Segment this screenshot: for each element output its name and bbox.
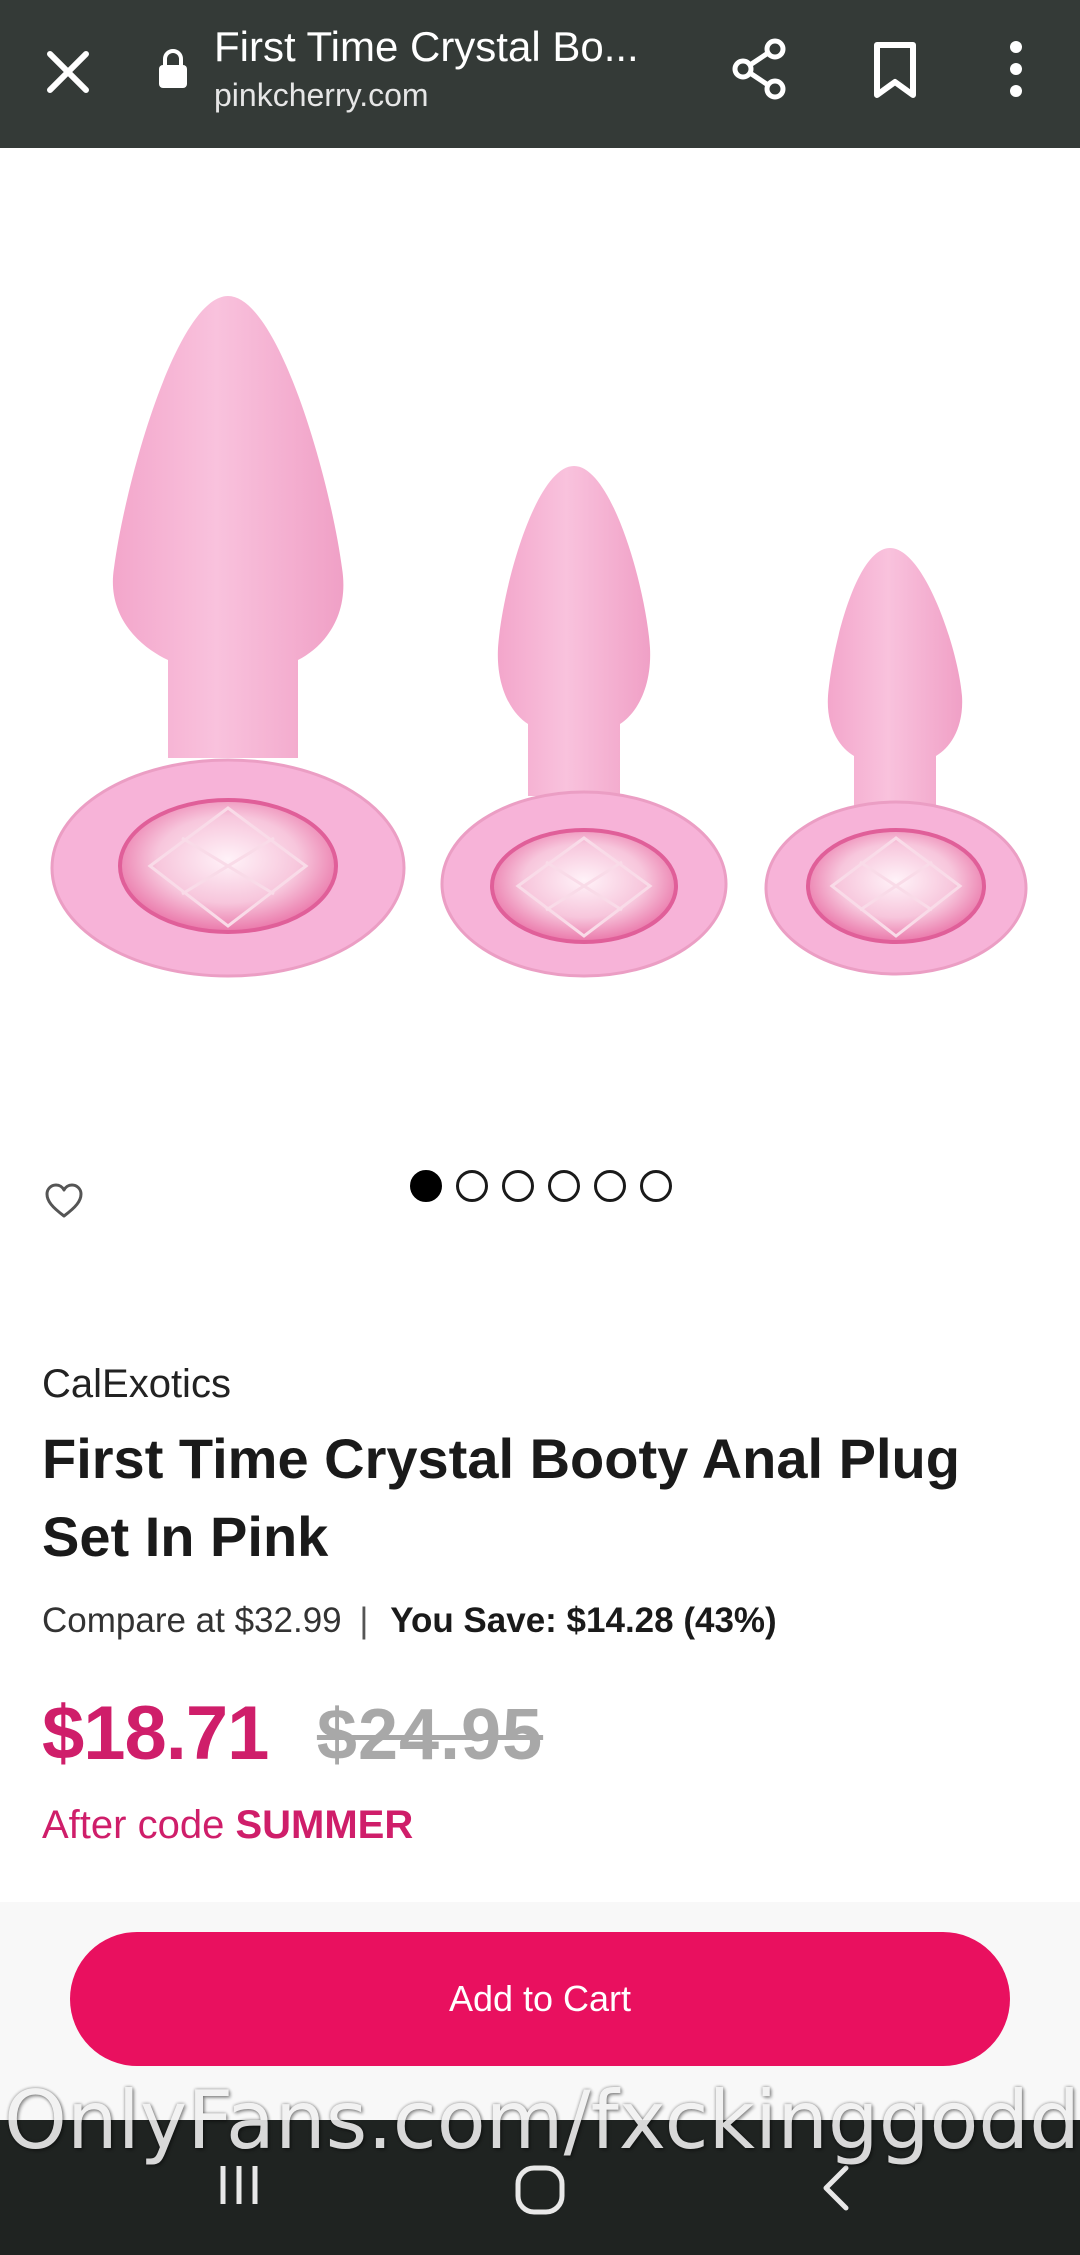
price-row: $18.71 $24.95 xyxy=(42,1690,543,1790)
more-vert-icon[interactable] xyxy=(998,36,1034,102)
sale-price: $18.71 xyxy=(42,1691,269,1776)
pagination-dot[interactable] xyxy=(548,1170,580,1202)
page-title-block[interactable]: First Time Crystal Bo... pinkcherry.com xyxy=(214,22,684,116)
lock-icon xyxy=(159,49,187,88)
share-icon[interactable] xyxy=(726,36,792,102)
pagination-dot[interactable] xyxy=(640,1170,672,1202)
add-to-cart-button[interactable]: Add to Cart xyxy=(70,1932,1010,2066)
after-code-prefix: After code xyxy=(42,1803,225,1847)
separator: | xyxy=(359,1601,369,1640)
promo-code: SUMMER xyxy=(235,1803,414,1847)
close-icon[interactable] xyxy=(38,42,98,102)
savings-label: You Save: $14.28 (43%) xyxy=(390,1601,777,1640)
medium-plug xyxy=(440,466,728,978)
bookmark-icon[interactable] xyxy=(868,40,922,100)
small-plug xyxy=(764,548,1028,976)
original-price: $24.95 xyxy=(316,1695,544,1775)
product-photo xyxy=(50,296,1028,978)
product-title: First Time Crystal Booty Anal Plug Set I… xyxy=(42,1427,960,1568)
image-pagination xyxy=(410,1170,672,1204)
compare-row: Compare at $32.99 | You Save: $14.28 (43… xyxy=(42,1596,777,1646)
pagination-dot[interactable] xyxy=(456,1170,488,1202)
large-plug xyxy=(50,296,406,978)
pagination-dot[interactable] xyxy=(594,1170,626,1202)
pagination-dot[interactable] xyxy=(502,1170,534,1202)
heart-outline-icon[interactable] xyxy=(44,1182,84,1220)
browser-toolbar: First Time Crystal Bo... pinkcherry.com xyxy=(0,0,1080,148)
compare-price: Compare at $32.99 xyxy=(42,1601,342,1640)
page-title: First Time Crystal Bo... xyxy=(214,23,639,70)
page-url: pinkcherry.com xyxy=(214,77,429,113)
pagination-dot[interactable] xyxy=(410,1170,442,1202)
product-brand[interactable]: CalExotics xyxy=(42,1356,231,1412)
watermark-text: OnlyFans.com/fxckinggodde xyxy=(4,2074,1080,2167)
promo-code-note: After code SUMMER xyxy=(42,1798,413,1852)
product-image[interactable] xyxy=(0,148,1080,1148)
